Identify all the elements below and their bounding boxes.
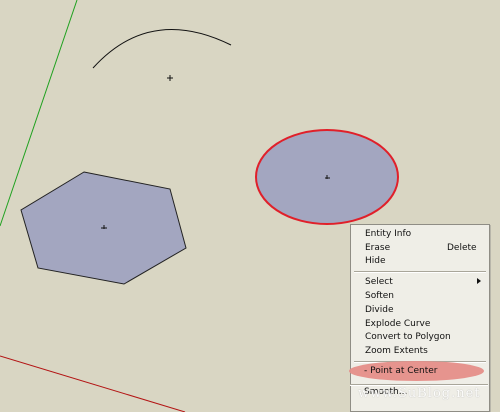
menu-item-hide-label: Hide xyxy=(365,256,386,266)
menu-item-erase-label: Erase xyxy=(365,243,391,253)
menu-item-convert-to-polygon[interactable]: Convert to Polygon xyxy=(365,331,451,343)
menu-item-soften[interactable]: Soften xyxy=(365,290,394,302)
menu-item-select[interactable]: Select xyxy=(365,276,393,288)
menu-item-explode-curve-label: Explode Curve xyxy=(365,319,431,329)
menu-item-divide[interactable]: Divide xyxy=(365,304,394,316)
menu-separator xyxy=(354,271,486,273)
menu-item-point-at-center-label: - Point at Center xyxy=(364,366,438,376)
menu-item-soften-label: Soften xyxy=(365,291,394,301)
menu-item-convert-to-polygon-label: Convert to Polygon xyxy=(365,332,451,342)
menu-item-select-label: Select xyxy=(365,277,393,287)
red-axis-line xyxy=(0,355,186,412)
menu-item-entity-info[interactable]: Entity Info xyxy=(365,228,411,240)
menu-item-erase[interactable]: Erase xyxy=(365,242,390,254)
menu-item-hide[interactable]: Hide xyxy=(365,255,386,267)
menu-item-zoom-extents[interactable]: Zoom Extents xyxy=(365,345,428,357)
menu-item-divide-label: Divide xyxy=(365,305,394,315)
erase-shortcut: Delete xyxy=(447,243,477,253)
menu-item-entity-info-label: Entity Info xyxy=(365,229,412,239)
arc-curve[interactable] xyxy=(92,28,232,69)
arc-center-cross-icon xyxy=(167,75,173,81)
submenu-arrow-icon xyxy=(477,278,481,284)
menu-item-zoom-extents-label: Zoom Extents xyxy=(365,346,428,356)
watermark-text: www.SuBlog.net xyxy=(358,386,481,401)
menu-item-point-at-center[interactable]: - Point at Center xyxy=(364,365,438,377)
menu-item-explode-curve[interactable]: Explode Curve xyxy=(365,318,430,330)
